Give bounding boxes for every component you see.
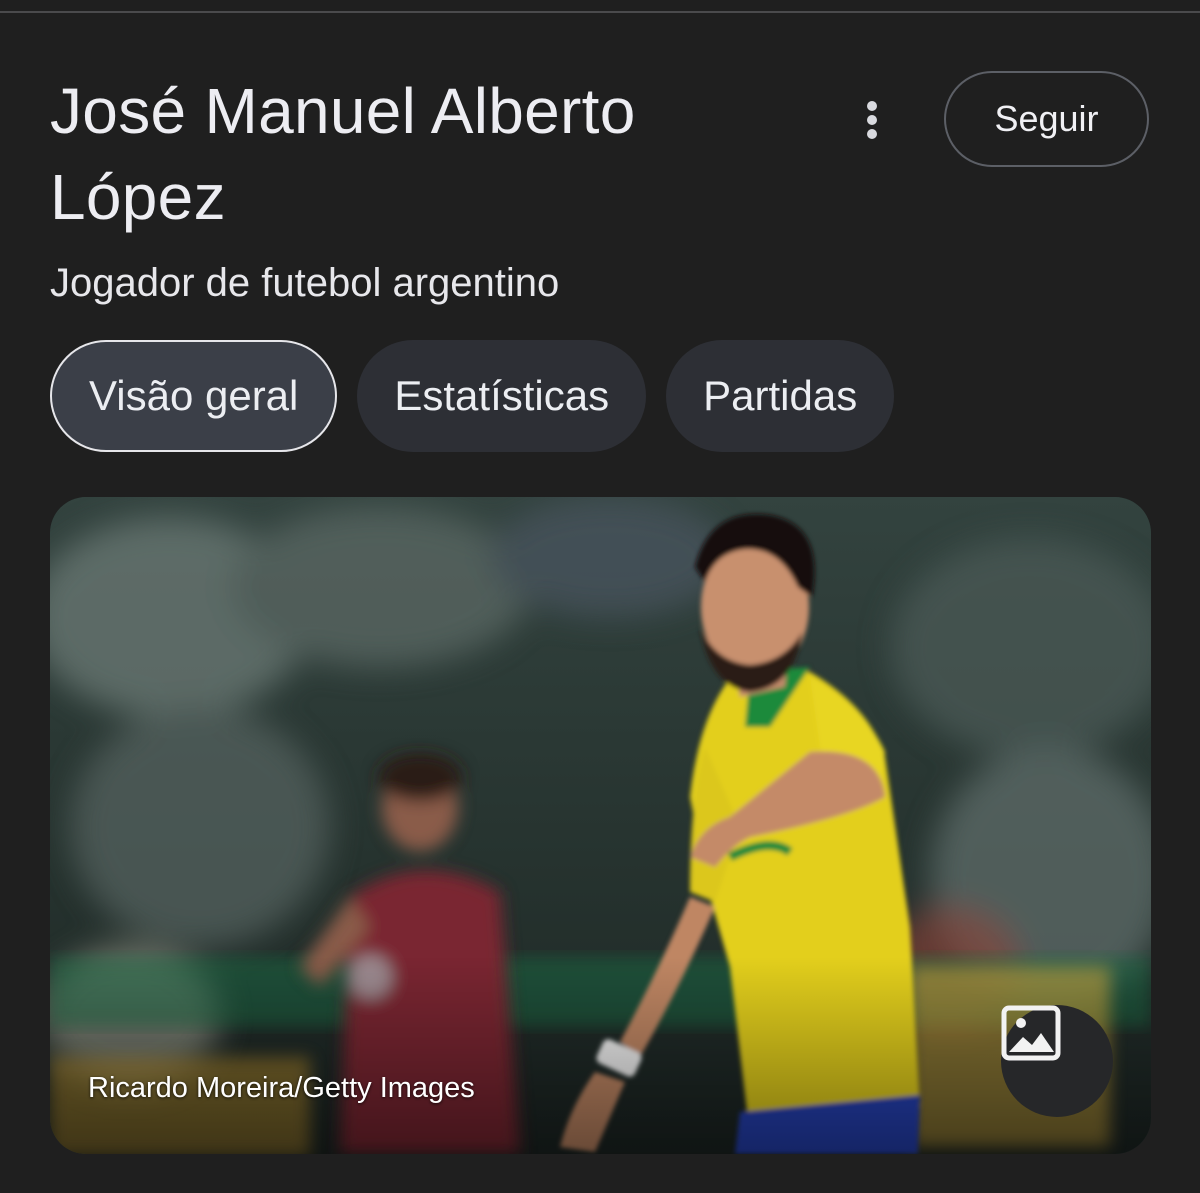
tab-bar: Visão geral Estatísticas Partidas	[50, 340, 895, 452]
follow-button[interactable]: Seguir	[944, 71, 1149, 167]
player-photo-illustration	[50, 497, 1151, 1154]
tab-overview[interactable]: Visão geral	[50, 340, 338, 452]
tab-statistics[interactable]: Estatísticas	[357, 340, 647, 452]
photo-credit: Ricardo Moreira/Getty Images	[88, 1072, 475, 1104]
top-divider	[0, 11, 1200, 13]
image-icon	[1001, 1005, 1061, 1061]
vertical-dots-icon	[867, 101, 877, 139]
view-images-button[interactable]	[1001, 1005, 1113, 1117]
more-options-button[interactable]	[848, 96, 896, 144]
player-photo[interactable]: Ricardo Moreira/Getty Images	[50, 497, 1151, 1154]
tab-matches[interactable]: Partidas	[666, 340, 895, 452]
page-title: José Manuel Alberto López	[50, 75, 636, 233]
entity-subtitle: Jogador de futebol argentino	[50, 261, 560, 305]
